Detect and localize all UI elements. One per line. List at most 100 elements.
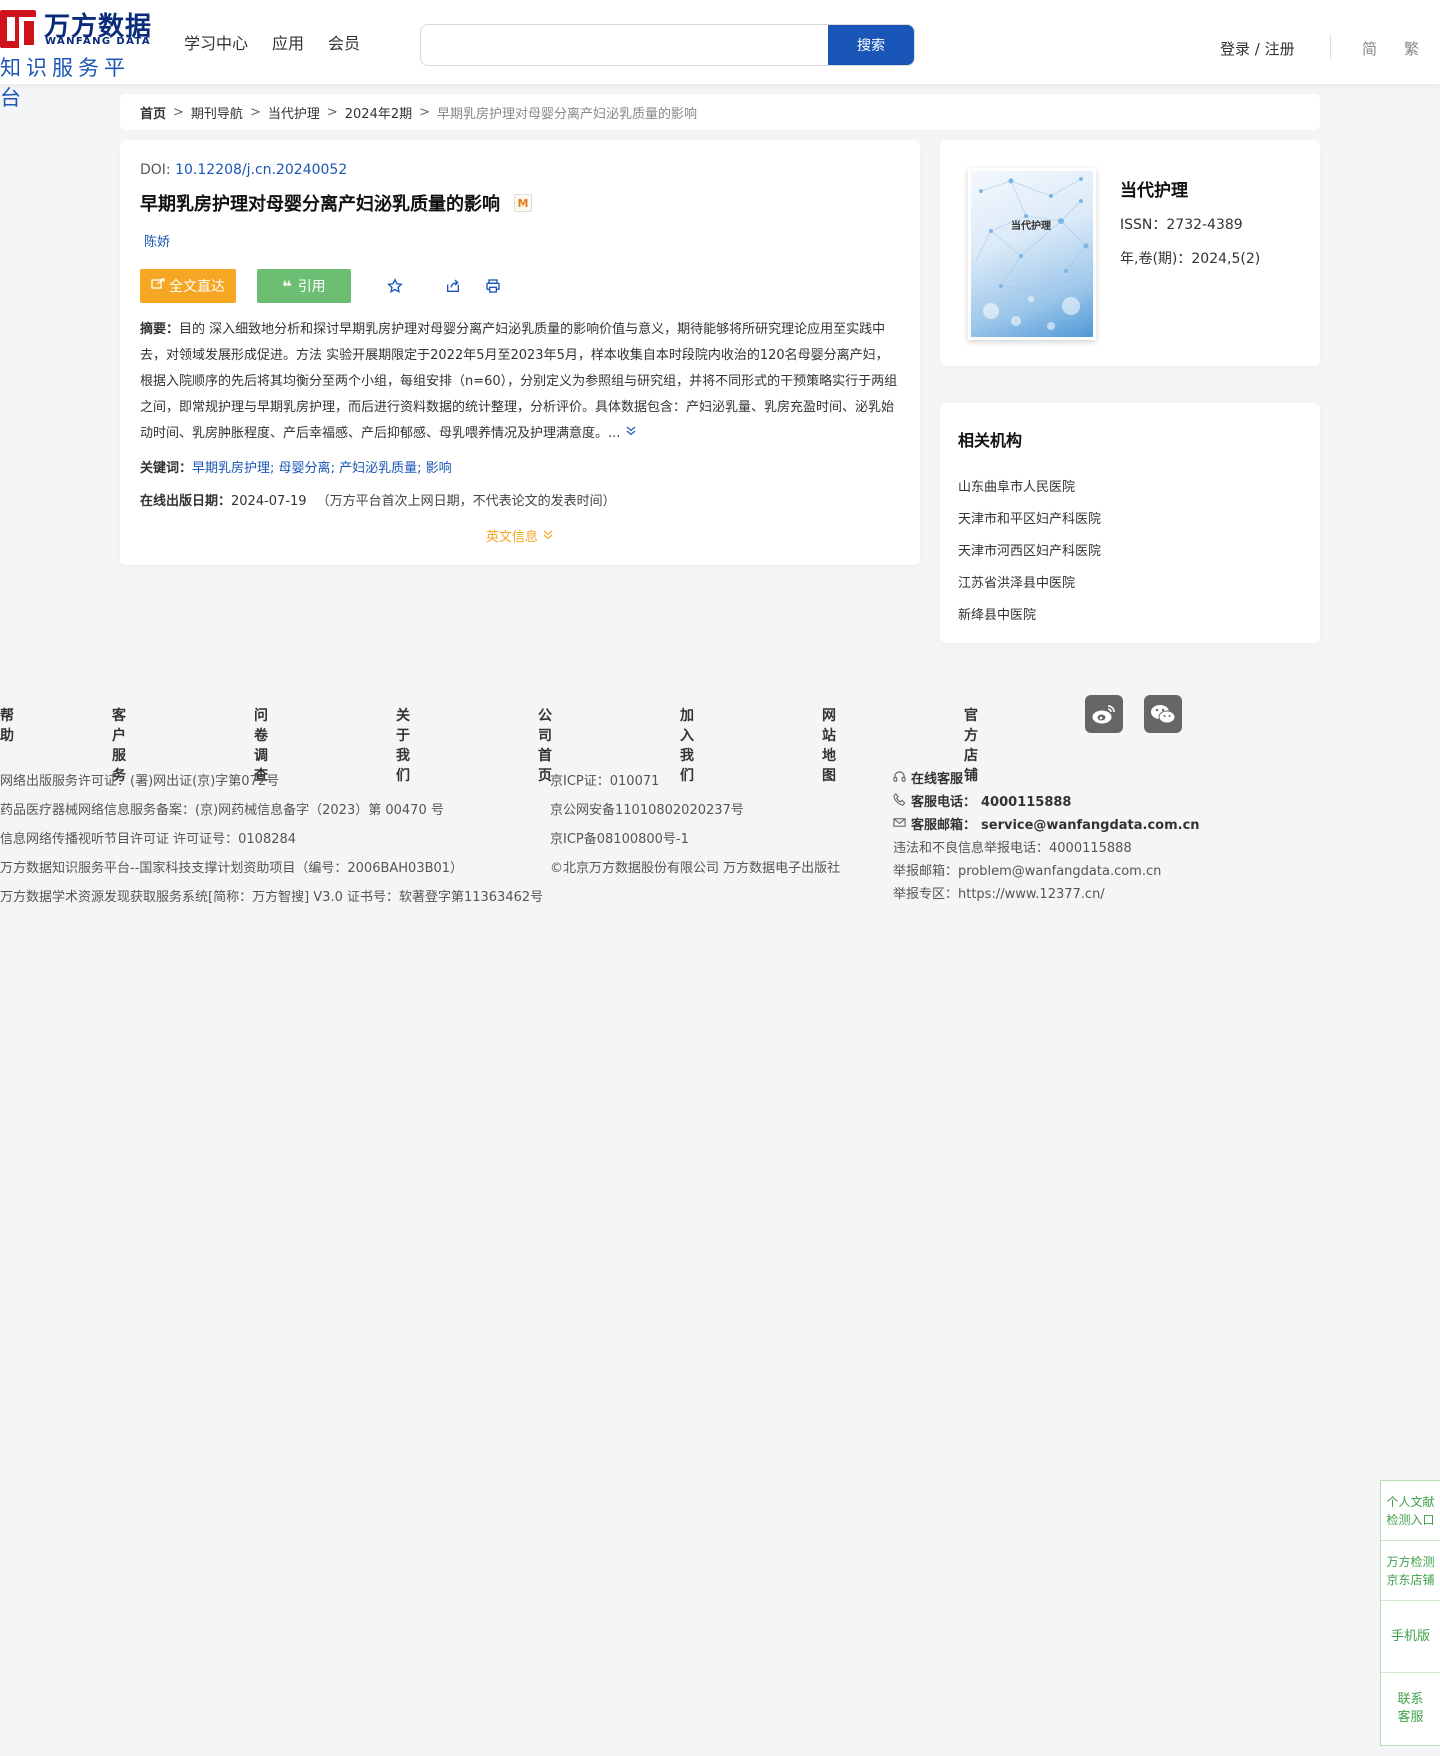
top-header: 万方数据 WANFANG DATA 知识服务平台 学习中心 应用 会员 搜索 登… bbox=[0, 0, 1440, 110]
logo-en-text: WANFANG DATA bbox=[45, 36, 152, 47]
keyword-link[interactable]: 产妇泌乳质量 bbox=[339, 461, 417, 476]
institution-item[interactable]: 天津市和平区妇产科医院 bbox=[958, 501, 1101, 533]
cover-title: 当代护理 bbox=[1011, 221, 1051, 232]
nav-membership[interactable]: 会员 bbox=[328, 30, 360, 54]
wanfang-logo-mark bbox=[0, 10, 38, 49]
share-icon[interactable] bbox=[443, 276, 463, 296]
lang-simplified[interactable]: 简 bbox=[1362, 38, 1377, 59]
search-box: 搜索 bbox=[420, 24, 915, 66]
weibo-icon[interactable] bbox=[1085, 695, 1123, 733]
nav-apps[interactable]: 应用 bbox=[272, 30, 304, 54]
footer-license-text: 万方数据学术资源发现获取服务系统[简称：万方智搜] V3.0 证书号：软著登字第… bbox=[0, 890, 544, 905]
print-icon[interactable] bbox=[483, 276, 503, 296]
pubdate-label: 在线出版日期： bbox=[140, 494, 232, 509]
footer-icp-link[interactable]: 京ICP备08100800号-1 bbox=[550, 825, 840, 854]
email-value[interactable]: service@wanfangdata.com.cn bbox=[981, 814, 1200, 837]
report-email[interactable]: 举报邮箱：problem@wanfangdata.com.cn bbox=[893, 860, 1200, 883]
english-info-label: 英文信息 bbox=[485, 530, 538, 545]
abstract-label: 摘要： bbox=[140, 322, 180, 337]
institution-item[interactable]: 山东曲阜市人民医院 bbox=[958, 469, 1101, 501]
action-bar: 全文直达 ❝ 引用 bbox=[140, 269, 503, 303]
abstract: 摘要：目的 深入细致地分析和探讨早期乳房护理对母婴分离产妇泌乳质量的影响价值与意… bbox=[140, 317, 900, 447]
breadcrumb: 首页 > 期刊导航 > 当代护理 > 2024年2期 > 早期乳房护理对母婴分离… bbox=[120, 94, 1320, 130]
breadcrumb-journal[interactable]: 当代护理 bbox=[268, 103, 320, 122]
institution-item[interactable]: 天津市河西区妇产科医院 bbox=[958, 533, 1101, 565]
report-phone: 违法和不良信息举报电话：4000115888 bbox=[893, 841, 1132, 856]
institutions-list: 山东曲阜市人民医院 天津市和平区妇产科医院 天津市河西区妇产科医院 江苏省洪泽县… bbox=[958, 469, 1101, 629]
breadcrumb-home[interactable]: 首页 bbox=[140, 103, 166, 122]
chevron-down-icon bbox=[542, 530, 554, 545]
email-label: 客服邮箱： bbox=[911, 818, 977, 833]
cite-button[interactable]: ❝ 引用 bbox=[257, 269, 351, 303]
lang-traditional[interactable]: 繁 bbox=[1404, 38, 1419, 59]
institutions-title: 相关机构 bbox=[958, 431, 1023, 450]
wechat-icon[interactable] bbox=[1144, 695, 1182, 733]
phone-row: 客服电话： 4000115888 bbox=[893, 791, 1200, 814]
footer-icp-link[interactable]: 京ICP证：010071 bbox=[550, 767, 840, 796]
institution-item[interactable]: 江苏省洪泽县中医院 bbox=[958, 565, 1101, 597]
footer-icp-column: 京ICP证：010071 京公网安备11010802020237号 京ICP备0… bbox=[550, 767, 840, 883]
footer-link-help[interactable]: 帮助 bbox=[0, 705, 14, 745]
cite-label: 引用 bbox=[297, 279, 326, 295]
nav-learning-center[interactable]: 学习中心 bbox=[184, 30, 248, 54]
breadcrumb-journal-nav[interactable]: 期刊导航 bbox=[191, 103, 243, 122]
footer: 帮助 客户服务 问卷调查 关于我们 公司首页 加入我们 网站地图 官方店铺 网络… bbox=[0, 665, 1440, 925]
keywords-label: 关键词： bbox=[140, 461, 193, 476]
journal-issn: ISSN：2732-4389 bbox=[1120, 217, 1243, 233]
pubdate-note: （万方平台首次上网日期，不代表论文的发表时间） bbox=[316, 494, 616, 509]
wanfang-logo[interactable]: 万方数据 WANFANG DATA 知识服务平台 bbox=[0, 6, 152, 110]
article-title: 早期乳房护理对母婴分离产妇泌乳质量的影响 bbox=[140, 194, 500, 215]
breadcrumb-separator: > bbox=[326, 104, 338, 120]
article-card: DOI: 10.12208/j.cn.20240052 早期乳房护理对母婴分离产… bbox=[120, 140, 920, 565]
personal-check-entry[interactable]: 个人文献 检测入口 bbox=[1381, 1481, 1440, 1541]
keywords-row: 关键词：早期乳房护理; 母婴分离; 产妇泌乳质量; 影响 bbox=[140, 461, 452, 476]
search-input[interactable] bbox=[421, 25, 829, 65]
footer-license-text: 药品医疗器械网络信息服务备案：(京)网药械信息备字（2023）第 00470 号 bbox=[0, 803, 444, 818]
title-row: 早期乳房护理对母婴分离产妇泌乳质量的影响 M bbox=[140, 190, 532, 216]
keyword-link[interactable]: 母婴分离 bbox=[279, 461, 331, 476]
main-nav: 学习中心 应用 会员 bbox=[184, 30, 360, 54]
breadcrumb-current: 早期乳房护理对母婴分离产妇泌乳质量的影响 bbox=[437, 106, 698, 122]
footer-contact-column: 在线客服 客服电话： 4000115888 客服邮箱： service@wanfan… bbox=[893, 768, 1200, 906]
mail-icon bbox=[893, 814, 906, 837]
fulltext-icon bbox=[151, 278, 165, 294]
floating-sidebar: 个人文献 检测入口 万方检测 京东店铺 手机版 联系 客服 bbox=[1380, 1480, 1440, 1746]
footer-license-text: 信息网络传播视听节目许可证 许可证号：0108284 bbox=[0, 832, 297, 847]
breadcrumb-separator: > bbox=[173, 104, 184, 120]
journal-cover-image[interactable]: 当代护理 bbox=[968, 168, 1096, 340]
jd-store-entry[interactable]: 万方检测 京东店铺 bbox=[1381, 1541, 1440, 1601]
institution-item[interactable]: 新绛县中医院 bbox=[958, 597, 1101, 629]
phone-icon bbox=[893, 791, 906, 814]
keyword-link[interactable]: 早期乳房护理 bbox=[192, 461, 270, 476]
footer-icp-link[interactable]: 京公网安备11010802020237号 bbox=[550, 796, 840, 825]
doi-line: DOI: 10.12208/j.cn.20240052 bbox=[140, 162, 347, 178]
headset-icon bbox=[893, 768, 906, 791]
breadcrumb-issue[interactable]: 2024年2期 bbox=[345, 103, 412, 122]
mobile-version-entry[interactable]: 手机版 bbox=[1381, 1601, 1440, 1673]
report-zone[interactable]: 举报专区：https://www.12377.cn/ bbox=[893, 883, 1200, 906]
email-row: 客服邮箱： service@wanfangdata.com.cn bbox=[893, 814, 1200, 837]
expand-abstract-icon[interactable] bbox=[620, 426, 636, 441]
footer-license-text: 万方数据知识服务平台--国家科技支撑计划资助项目（编号：2006BAH03B01… bbox=[0, 861, 464, 876]
doi-link[interactable]: 10.12208/j.cn.20240052 bbox=[175, 162, 347, 178]
doi-label: DOI: bbox=[140, 162, 176, 178]
journal-name[interactable]: 当代护理 bbox=[1120, 176, 1188, 201]
contact-service-entry[interactable]: 联系 客服 bbox=[1381, 1673, 1440, 1745]
search-button[interactable]: 搜索 bbox=[828, 25, 914, 65]
online-service-row[interactable]: 在线客服 bbox=[893, 768, 1200, 791]
favorite-star-icon[interactable] bbox=[385, 276, 405, 296]
keyword-link[interactable]: 影响 bbox=[426, 461, 452, 476]
cover-network-pattern bbox=[975, 177, 1089, 330]
quote-icon: ❝ bbox=[282, 276, 292, 296]
english-info-toggle[interactable]: 英文信息 bbox=[120, 526, 920, 545]
journal-card: 当代护理 当代护理 ISSN：2732-4389 年,卷(期)：2024,5(2… bbox=[940, 140, 1320, 366]
pubdate-value: 2024-07-19 bbox=[231, 494, 307, 509]
author-link[interactable]: 陈娇 bbox=[144, 231, 170, 250]
phone-value: 4000115888 bbox=[981, 795, 1072, 810]
related-institutions-card: 相关机构 山东曲阜市人民医院 天津市和平区妇产科医院 天津市河西区妇产科医院 江… bbox=[940, 403, 1320, 643]
fulltext-button[interactable]: 全文直达 bbox=[140, 269, 236, 303]
login-register-link[interactable]: 登录 / 注册 bbox=[1220, 38, 1295, 59]
m-badge-icon[interactable]: M bbox=[514, 194, 532, 212]
breadcrumb-separator: > bbox=[249, 104, 261, 120]
footer-copyright: ©北京万方数据股份有限公司 万方数据电子出版社 bbox=[550, 861, 841, 876]
